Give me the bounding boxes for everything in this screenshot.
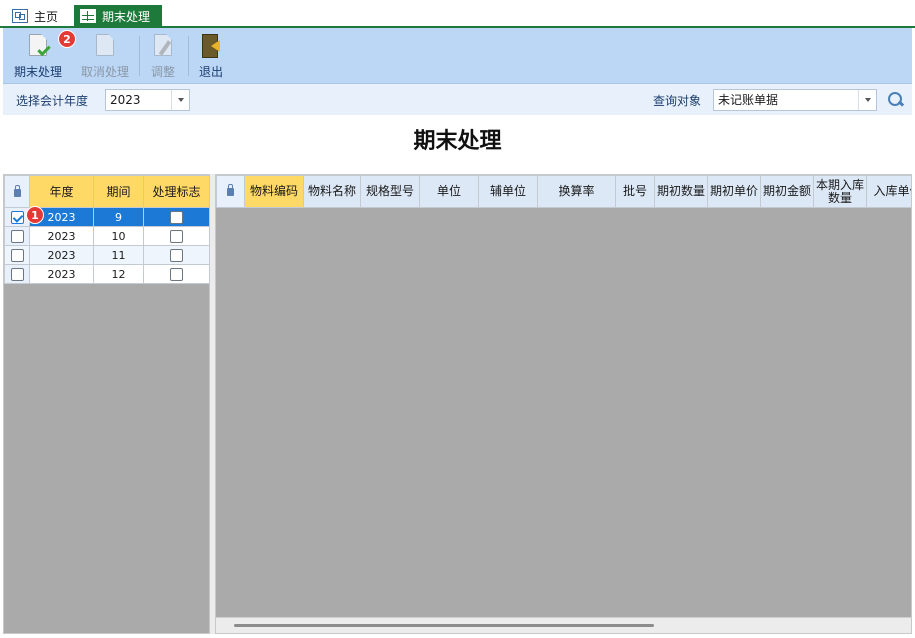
chevron-down-icon[interactable]: [858, 90, 876, 110]
cell-period: 11: [93, 245, 144, 265]
column-header-material-name[interactable]: 物料名称: [303, 175, 361, 208]
cancel-process-label: 取消处理: [80, 65, 129, 79]
row-select-cell[interactable]: [4, 264, 30, 284]
row-checkbox[interactable]: [10, 229, 24, 243]
table-icon: [80, 9, 96, 23]
period-grid: 年度 期间 处理标志 2023 9 2023 10 2023 11 2023 1…: [4, 175, 210, 284]
document-cancel-icon: [92, 32, 118, 60]
detail-grid-panel: 物料编码 物料名称 规格型号 单位 辅单位 换算率 批号 期初数量 期初单价 期…: [215, 174, 912, 634]
processed-checkbox[interactable]: [170, 229, 183, 243]
row-select-cell[interactable]: [4, 226, 30, 246]
column-header-processed[interactable]: 处理标志: [143, 175, 210, 208]
column-header-year[interactable]: 年度: [29, 175, 94, 208]
page-title: 期末处理: [3, 116, 912, 172]
exit-label: 退出: [198, 65, 223, 79]
query-label: 查询对象: [653, 94, 702, 108]
column-header-opening-amount[interactable]: 期初金额: [760, 175, 814, 208]
tab-period-end-label: 期末处理: [102, 9, 151, 24]
row-checkbox[interactable]: [10, 267, 24, 281]
row-checkbox[interactable]: [10, 248, 24, 262]
period-grid-panel: 年度 期间 处理标志 2023 9 2023 10 2023 11 2023 1…: [3, 174, 210, 634]
query-object-value: 未记账单据: [718, 93, 779, 107]
cell-processed[interactable]: [143, 226, 210, 246]
lock-icon: [227, 184, 234, 196]
cell-year: 2023: [29, 245, 94, 265]
year-select[interactable]: 2023: [105, 89, 190, 111]
year-select-value: 2023: [110, 93, 141, 107]
filter-bar: 选择会计年度 2023 查询对象 未记账单据: [3, 84, 912, 115]
cancel-process-button[interactable]: 取消处理: [77, 32, 133, 82]
row-select-cell[interactable]: [4, 245, 30, 265]
toolbar-separator: [139, 36, 140, 76]
cell-period: 10: [93, 226, 144, 246]
cell-year: 2023: [29, 264, 94, 284]
detail-grid: 物料编码 物料名称 规格型号 单位 辅单位 换算率 批号 期初数量 期初单价 期…: [216, 175, 911, 208]
step-badge-2: 2: [58, 30, 76, 48]
table-row[interactable]: 2023 10: [4, 226, 210, 246]
period-end-process-button[interactable]: 期末处理: [11, 32, 65, 82]
tab-home[interactable]: 主页: [8, 5, 70, 27]
column-header-aux-unit[interactable]: 辅单位: [478, 175, 538, 208]
query-object-select[interactable]: 未记账单据: [713, 89, 877, 111]
document-edit-icon: [150, 32, 176, 60]
step-badge-1: 1: [26, 206, 44, 224]
document-check-icon: [25, 32, 51, 60]
chevron-down-icon[interactable]: [171, 90, 189, 110]
column-header-unit[interactable]: 单位: [419, 175, 479, 208]
column-header-conversion-rate[interactable]: 换算率: [537, 175, 616, 208]
tab-period-end[interactable]: 期末处理: [74, 5, 162, 27]
processed-checkbox[interactable]: [170, 248, 183, 262]
table-row[interactable]: 2023 11: [4, 245, 210, 265]
cell-period: 12: [93, 264, 144, 284]
home-icon: [12, 9, 28, 23]
column-header-period[interactable]: 期间: [93, 175, 144, 208]
row-checkbox[interactable]: [10, 210, 24, 224]
scrollbar-thumb[interactable]: [234, 624, 654, 627]
exit-button[interactable]: 退出: [195, 32, 227, 82]
processed-checkbox[interactable]: [170, 267, 183, 281]
column-header-spec[interactable]: 规格型号: [360, 175, 420, 208]
tab-bar: 主页 期末处理: [0, 0, 915, 28]
cell-processed[interactable]: [143, 245, 210, 265]
cell-processed[interactable]: [143, 264, 210, 284]
lock-column-header[interactable]: [216, 175, 245, 208]
column-header-material-code[interactable]: 物料编码: [244, 175, 304, 208]
processed-checkbox[interactable]: [170, 210, 183, 224]
table-row[interactable]: 2023 12: [4, 264, 210, 284]
tab-home-label: 主页: [34, 9, 59, 24]
year-label: 选择会计年度: [16, 94, 89, 108]
cell-year: 2023: [29, 226, 94, 246]
adjust-label: 调整: [150, 65, 175, 79]
toolbar: 期末处理 2 取消处理 调整 退出: [3, 28, 912, 84]
horizontal-scrollbar[interactable]: [216, 617, 911, 633]
search-icon[interactable]: [887, 91, 905, 109]
column-header-opening-qty[interactable]: 期初数量: [654, 175, 708, 208]
lock-column-header[interactable]: [4, 175, 30, 208]
lock-icon: [13, 184, 21, 197]
column-header-inbound-price[interactable]: 入库单价: [866, 175, 911, 208]
cell-processed[interactable]: [143, 207, 210, 227]
cell-period: 9: [93, 207, 144, 227]
column-header-batch[interactable]: 批号: [615, 175, 655, 208]
adjust-button[interactable]: 调整: [145, 32, 181, 82]
exit-door-icon: [198, 32, 224, 60]
column-header-period-inbound-qty[interactable]: 本期入库数量: [813, 175, 867, 208]
column-header-opening-price[interactable]: 期初单价: [707, 175, 761, 208]
period-end-process-label: 期末处理: [13, 65, 62, 79]
toolbar-separator: [188, 36, 189, 76]
